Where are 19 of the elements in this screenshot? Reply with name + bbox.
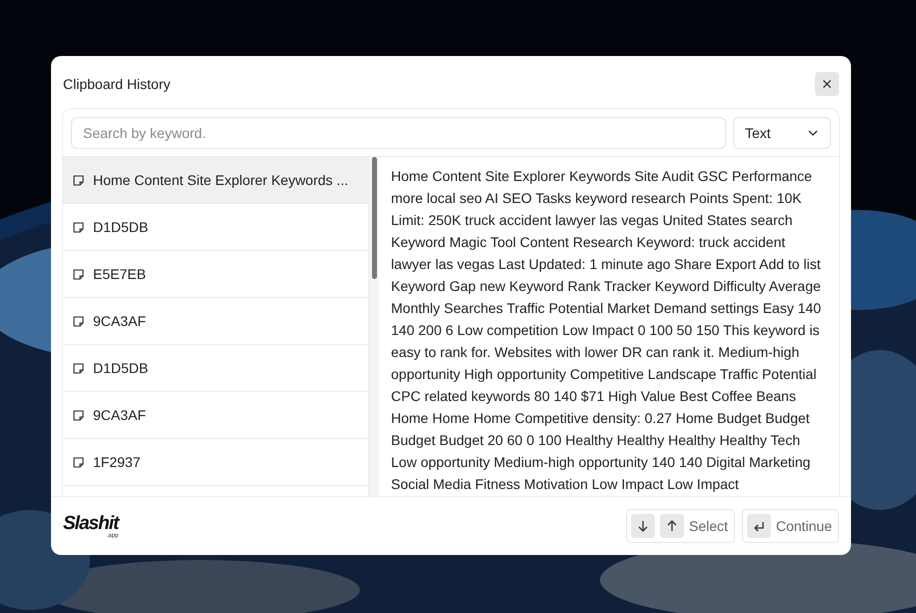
note-icon [73, 174, 84, 186]
preview-text: Home Content Site Explorer Keywords Site Audit GSC Performance more local seo AI SEO Tasks keyword research Points Spent: 10K Limit: 250K truck accident lawyer las vegas United States search Keyword Magic Tool Content Research Keyword: truck accident lawyer las vegas Last Updated: 1 minute ago Share Export Add to list Keyword Gap new Keyword Rank Tracker Keyword Difficulty Average Monthly Searches Traffic Potential Market Demand settings Easy 140 140 200 6 Low competition Low Impact 0 100 50 150 This keyword is easy to rank for. Websites with lower DR can rank it. Medium-high opportunity High opportunity Competitive Landscape Traffic Potential CPC related keywords 80 140 $71 High Value Best Coffee Beans Home Home Home Competitive density: 0.27 Home Budget Budget Budget Budget 20 60 0 100 Healthy Healthy Healthy Healthy Tech Low opportunity Medium-high opportunity 140 140 Digital Marketing Social Media Fitness Motivation Low Impact Low Impact [390, 167, 822, 494]
type-dropdown[interactable]: Text [733, 117, 831, 149]
arrow-down-icon [637, 520, 650, 532]
arrow-up-icon [666, 520, 678, 532]
scrollbar[interactable] [369, 157, 379, 496]
note-icon [73, 222, 84, 232]
continue-hint[interactable]: Continue [742, 509, 839, 543]
search-field[interactable]: Search by keyword. [71, 117, 726, 149]
note-icon [73, 316, 84, 326]
note-icon [73, 456, 84, 468]
note-icon [73, 410, 84, 420]
note-icon [73, 268, 84, 280]
note-icon [73, 362, 84, 374]
close-button[interactable]: × [815, 72, 839, 96]
window-title: Clipboard History [63, 76, 170, 92]
select-hint[interactable]: Select [626, 509, 735, 543]
list-item[interactable]: Home Content Site Explorer Keywords ... [63, 157, 368, 204]
enter-icon [752, 520, 765, 532]
